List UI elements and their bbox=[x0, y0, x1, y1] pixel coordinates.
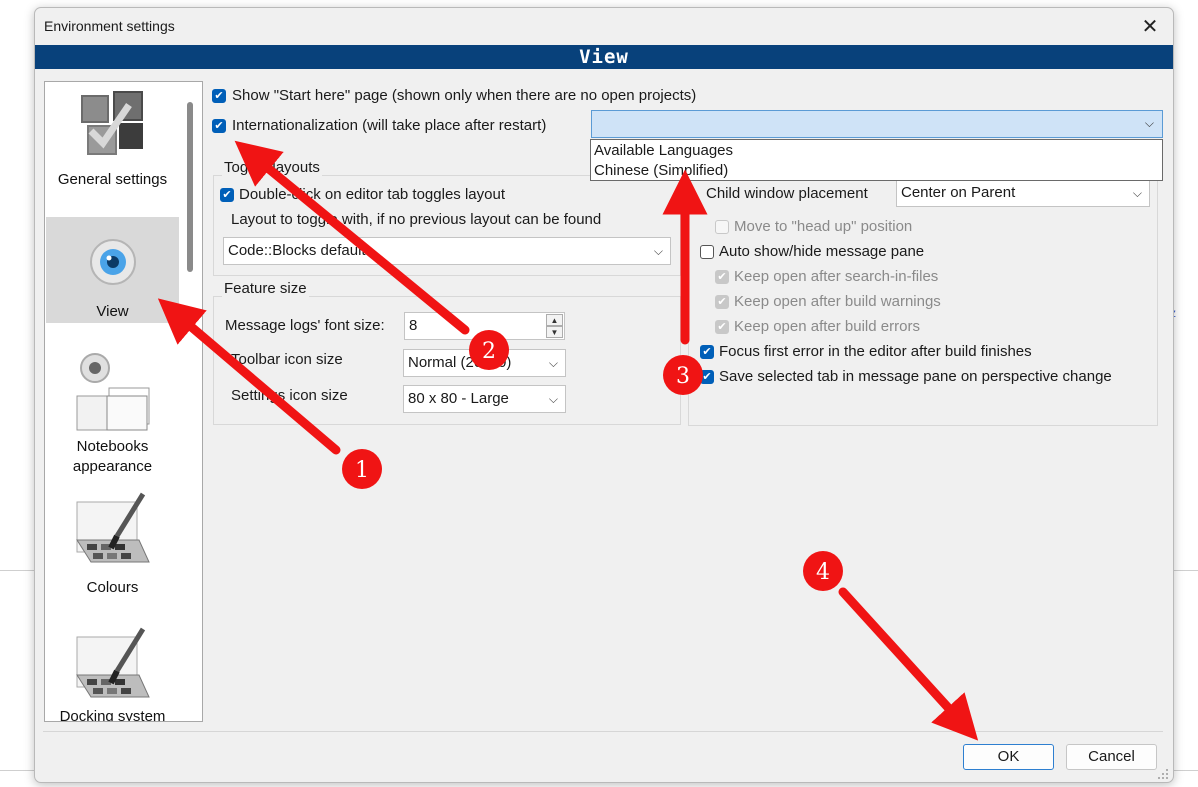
page-banner: View bbox=[35, 45, 1173, 69]
keep-open-warnings-label: Keep open after build warnings bbox=[734, 293, 941, 310]
keep-open-search-label: Keep open after search-in-files bbox=[734, 268, 939, 285]
docking-icon bbox=[75, 627, 150, 698]
language-select[interactable]: ⌵ bbox=[591, 110, 1163, 138]
resize-grip-icon[interactable] bbox=[1157, 768, 1169, 780]
settings-icon-size-label: Settings icon size bbox=[231, 387, 348, 404]
sidebar-item-label: Colours bbox=[86, 579, 139, 596]
font-size-label: Message logs' font size: bbox=[225, 317, 385, 334]
sidebar-item-view[interactable]: View bbox=[46, 217, 179, 323]
cancel-button[interactable]: Cancel bbox=[1066, 744, 1157, 770]
show-start-here-checkbox[interactable]: ✔ bbox=[212, 89, 226, 103]
sidebar-item-notebooks-appearance[interactable]: Notebooks appearance bbox=[46, 342, 179, 482]
sidebar-scrollbar[interactable] bbox=[187, 102, 193, 272]
feature-size-group-label: Feature size bbox=[222, 280, 309, 297]
keep-open-search-checkbox[interactable]: ✔ bbox=[715, 270, 729, 284]
eye-icon bbox=[89, 239, 136, 285]
layout-toggle-label: Layout to toggle with, if no previous la… bbox=[231, 211, 602, 228]
language-dropdown-list[interactable]: Available Languages Chinese (Simplified) bbox=[590, 139, 1163, 181]
chevron-down-icon: ⌵ bbox=[1132, 186, 1142, 200]
toolbar-icon-size-value: Normal (20x20) bbox=[408, 354, 512, 371]
sidebar-item-label: View bbox=[96, 303, 129, 320]
close-icon[interactable]: ✕ bbox=[1137, 14, 1163, 38]
chevron-down-icon: ⌵ bbox=[548, 356, 558, 370]
sidebar-item-label: General settings bbox=[57, 171, 168, 188]
settings-category-list[interactable]: General settings View Notebooks appearan… bbox=[44, 81, 203, 722]
save-selected-tab-checkbox[interactable]: ✔ bbox=[700, 370, 714, 384]
move-head-up-checkbox[interactable] bbox=[715, 220, 729, 234]
sidebar-item-colours[interactable]: Colours bbox=[46, 487, 179, 607]
auto-show-hide-checkbox[interactable] bbox=[700, 245, 714, 259]
auto-show-hide-label: Auto show/hide message pane bbox=[719, 243, 925, 260]
child-window-placement-select[interactable]: Center on Parent ⌵ bbox=[896, 179, 1150, 207]
notebooks-icon bbox=[76, 353, 149, 431]
internationalization-checkbox[interactable]: ✔ bbox=[212, 119, 226, 133]
environment-settings-dialog: Environment settings ✕ View General sett… bbox=[34, 7, 1174, 783]
sidebar-item-general-settings[interactable]: General settings bbox=[46, 82, 179, 217]
sidebar-item-label: Notebooks appearance bbox=[72, 438, 153, 475]
toolbar-icon-size-select[interactable]: Normal (20x20) ⌵ bbox=[403, 349, 566, 377]
internationalization-label: Internationalization (will take place af… bbox=[232, 117, 547, 134]
font-size-spinner[interactable]: 8 ▲ ▼ bbox=[404, 312, 565, 340]
footer-divider bbox=[43, 731, 1163, 732]
layout-select[interactable]: Code::Blocks default ⌵ bbox=[223, 237, 671, 265]
title-bar: Environment settings ✕ bbox=[35, 8, 1173, 44]
ok-button[interactable]: OK bbox=[963, 744, 1054, 770]
sidebar-item-docking-system[interactable]: Docking system bbox=[46, 622, 179, 722]
show-start-here-label: Show "Start here" page (shown only when … bbox=[232, 87, 697, 104]
chevron-down-icon: ⌵ bbox=[653, 244, 663, 258]
spin-down-icon[interactable]: ▼ bbox=[546, 326, 563, 338]
chevron-down-icon: ⌵ bbox=[1144, 116, 1154, 130]
dialog-title: Environment settings bbox=[44, 18, 175, 34]
keep-open-errors-checkbox[interactable]: ✔ bbox=[715, 320, 729, 334]
language-option[interactable]: Available Languages bbox=[594, 141, 733, 161]
layout-select-value: Code::Blocks default bbox=[228, 242, 366, 259]
save-selected-tab-label: Save selected tab in message pane on per… bbox=[719, 368, 1112, 385]
settings-icon-size-value: 80 x 80 - Large bbox=[408, 390, 509, 407]
double-click-toggle-label: Double-click on editor tab toggles layou… bbox=[239, 186, 505, 203]
palette-icon bbox=[75, 492, 150, 563]
general-settings-icon bbox=[80, 91, 143, 155]
chevron-down-icon: ⌵ bbox=[548, 392, 558, 406]
toolbar-icon-size-label: Toolbar icon size bbox=[231, 351, 343, 368]
font-size-value: 8 bbox=[409, 317, 418, 334]
settings-icon-size-select[interactable]: 80 x 80 - Large ⌵ bbox=[403, 385, 566, 413]
double-click-toggle-checkbox[interactable]: ✔ bbox=[220, 188, 234, 202]
focus-first-error-label: Focus first error in the editor after bu… bbox=[719, 343, 1032, 360]
keep-open-errors-label: Keep open after build errors bbox=[734, 318, 920, 335]
keep-open-warnings-checkbox[interactable]: ✔ bbox=[715, 295, 729, 309]
child-window-placement-value: Center on Parent bbox=[901, 184, 1016, 201]
focus-first-error-checkbox[interactable]: ✔ bbox=[700, 345, 714, 359]
sidebar-item-label: Docking system bbox=[59, 708, 166, 722]
spin-up-icon[interactable]: ▲ bbox=[546, 314, 563, 326]
language-option[interactable]: Chinese (Simplified) bbox=[594, 161, 728, 181]
toggle-layouts-group-label: Toggle layouts bbox=[222, 159, 322, 176]
move-head-up-label: Move to "head up" position bbox=[734, 218, 913, 235]
child-window-placement-label: Child window placement bbox=[706, 185, 868, 202]
